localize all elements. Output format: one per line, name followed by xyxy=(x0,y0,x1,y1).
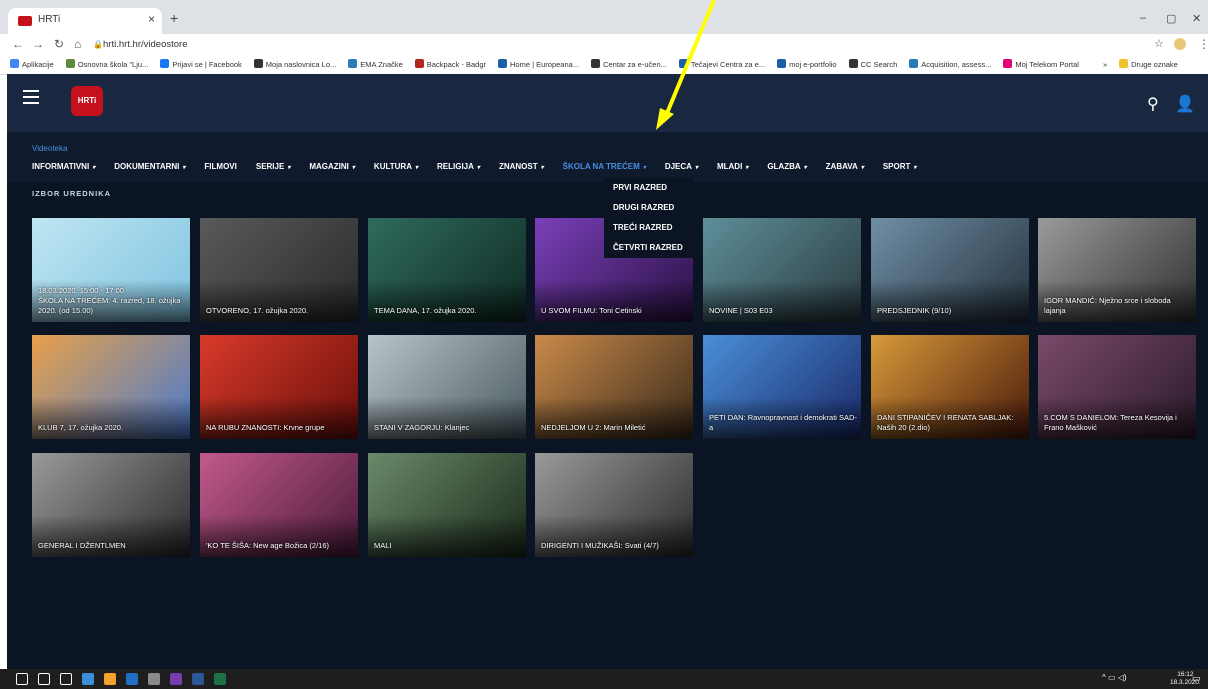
notification-icon[interactable]: ▭ xyxy=(1192,673,1201,684)
annotation-arrow xyxy=(656,0,716,130)
chrome-icon[interactable] xyxy=(104,673,116,685)
outlook-icon[interactable] xyxy=(126,673,138,685)
excel-icon[interactable] xyxy=(214,673,226,685)
arrow-head xyxy=(656,108,674,130)
system-tray-icon[interactable]: ^ ▭ ◁) xyxy=(1102,673,1127,682)
windows-start-icon[interactable] xyxy=(16,673,28,685)
task-view-icon[interactable] xyxy=(60,673,72,685)
word-icon[interactable] xyxy=(192,673,204,685)
onenote-icon[interactable] xyxy=(170,673,182,685)
search-icon[interactable] xyxy=(38,673,50,685)
mail-icon[interactable] xyxy=(82,673,94,685)
windows-taskbar: ^ ▭ ◁) 16:12 18.3.2020. ▭ xyxy=(0,669,1208,689)
arrow-shaft xyxy=(663,0,716,119)
calculator-icon[interactable] xyxy=(148,673,160,685)
